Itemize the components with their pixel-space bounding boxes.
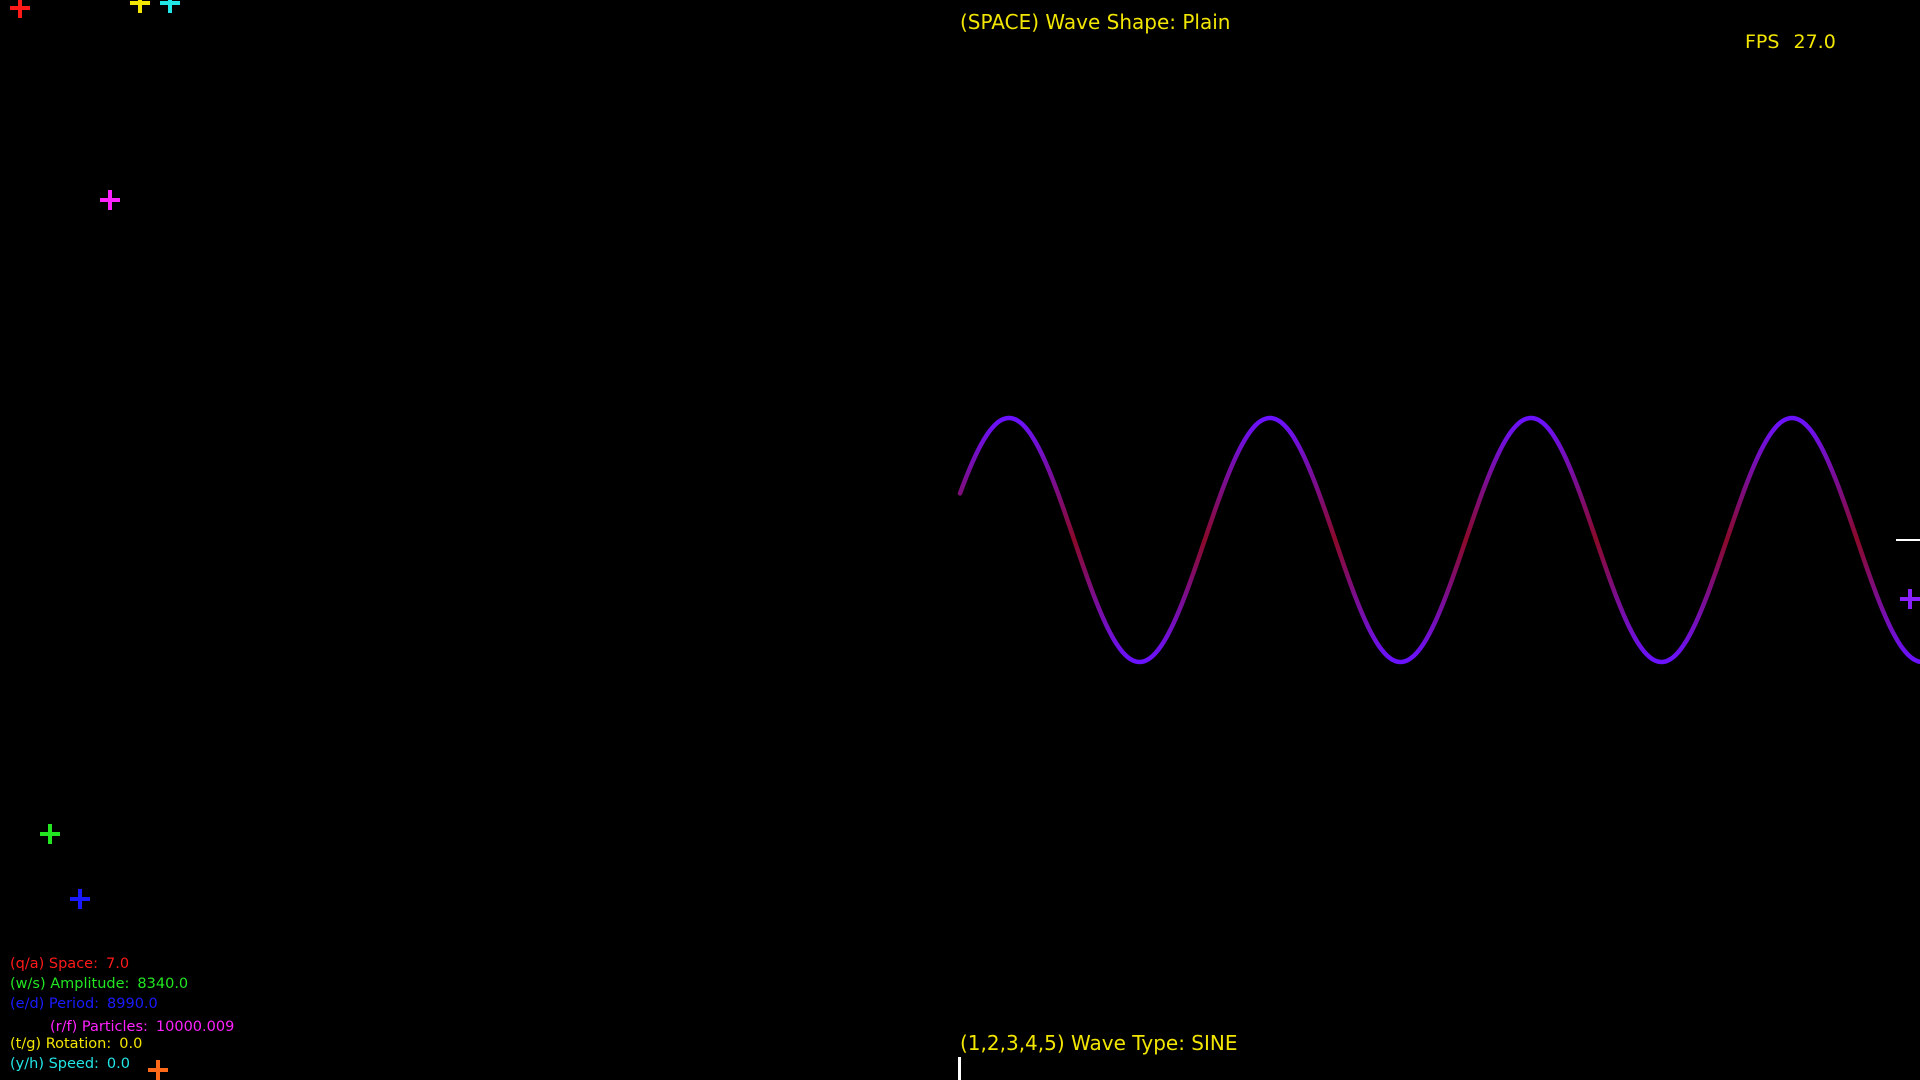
marker-magenta-icon: [100, 190, 120, 210]
marker-violet-icon: [1900, 589, 1920, 609]
control-period: (e/d) Period: 8990.0: [10, 997, 158, 1012]
control-period-label: (e/d) Period:: [10, 996, 100, 1012]
control-speed: (y/h) Speed: 0.0: [10, 1057, 130, 1072]
control-space-value: 7.0: [105, 956, 130, 972]
control-period-value: 8990.0: [107, 996, 158, 1012]
control-particles: (r/f) Particles: 10000.009: [50, 1020, 234, 1035]
control-amplitude-value: 8340.0: [137, 976, 189, 992]
control-amplitude-label: (w/s) Amplitude:: [10, 976, 130, 992]
fps-value: 27.0: [1793, 31, 1836, 53]
control-amplitude: (w/s) Amplitude: 8340.0: [10, 977, 188, 992]
marker-green-icon: [40, 824, 60, 844]
control-space: (q/a) Space: 7.0: [10, 957, 129, 972]
control-rotation-value: 0.0: [119, 1036, 143, 1052]
control-particles-value: 10000.009: [155, 1019, 235, 1035]
control-particles-label: (r/f) Particles:: [50, 1019, 148, 1035]
marker-red-icon: [10, 0, 30, 18]
wave-shape-label: (SPACE) Wave Shape: Plain: [960, 10, 1231, 34]
wave-visualizer-canvas[interactable]: (SPACE) Wave Shape: Plain FPS 27.0 (1,2,…: [0, 0, 1920, 1080]
text-cursor: [958, 1057, 961, 1080]
marker-layer: [10, 0, 1920, 1080]
marker-orange-icon: [148, 1060, 168, 1080]
wave-plot: [10, 0, 1920, 1080]
marker-cyan-icon: [160, 0, 180, 13]
control-speed-label: (y/h) Speed:: [10, 1056, 99, 1072]
control-rotation-label: (t/g) Rotation:: [10, 1036, 112, 1052]
fps-label: FPS: [1745, 31, 1780, 53]
fps-readout: FPS 27.0: [1745, 33, 1836, 52]
marker-blue-icon: [70, 889, 90, 909]
wave-type-label: (1,2,3,4,5) Wave Type: SINE: [960, 1031, 1238, 1055]
control-rotation: (t/g) Rotation: 0.0: [10, 1037, 142, 1052]
control-speed-value: 0.0: [106, 1056, 130, 1072]
marker-yellow-icon: [130, 0, 150, 13]
control-space-label: (q/a) Space:: [10, 956, 98, 972]
sine-wave-line: [957, 415, 1920, 665]
